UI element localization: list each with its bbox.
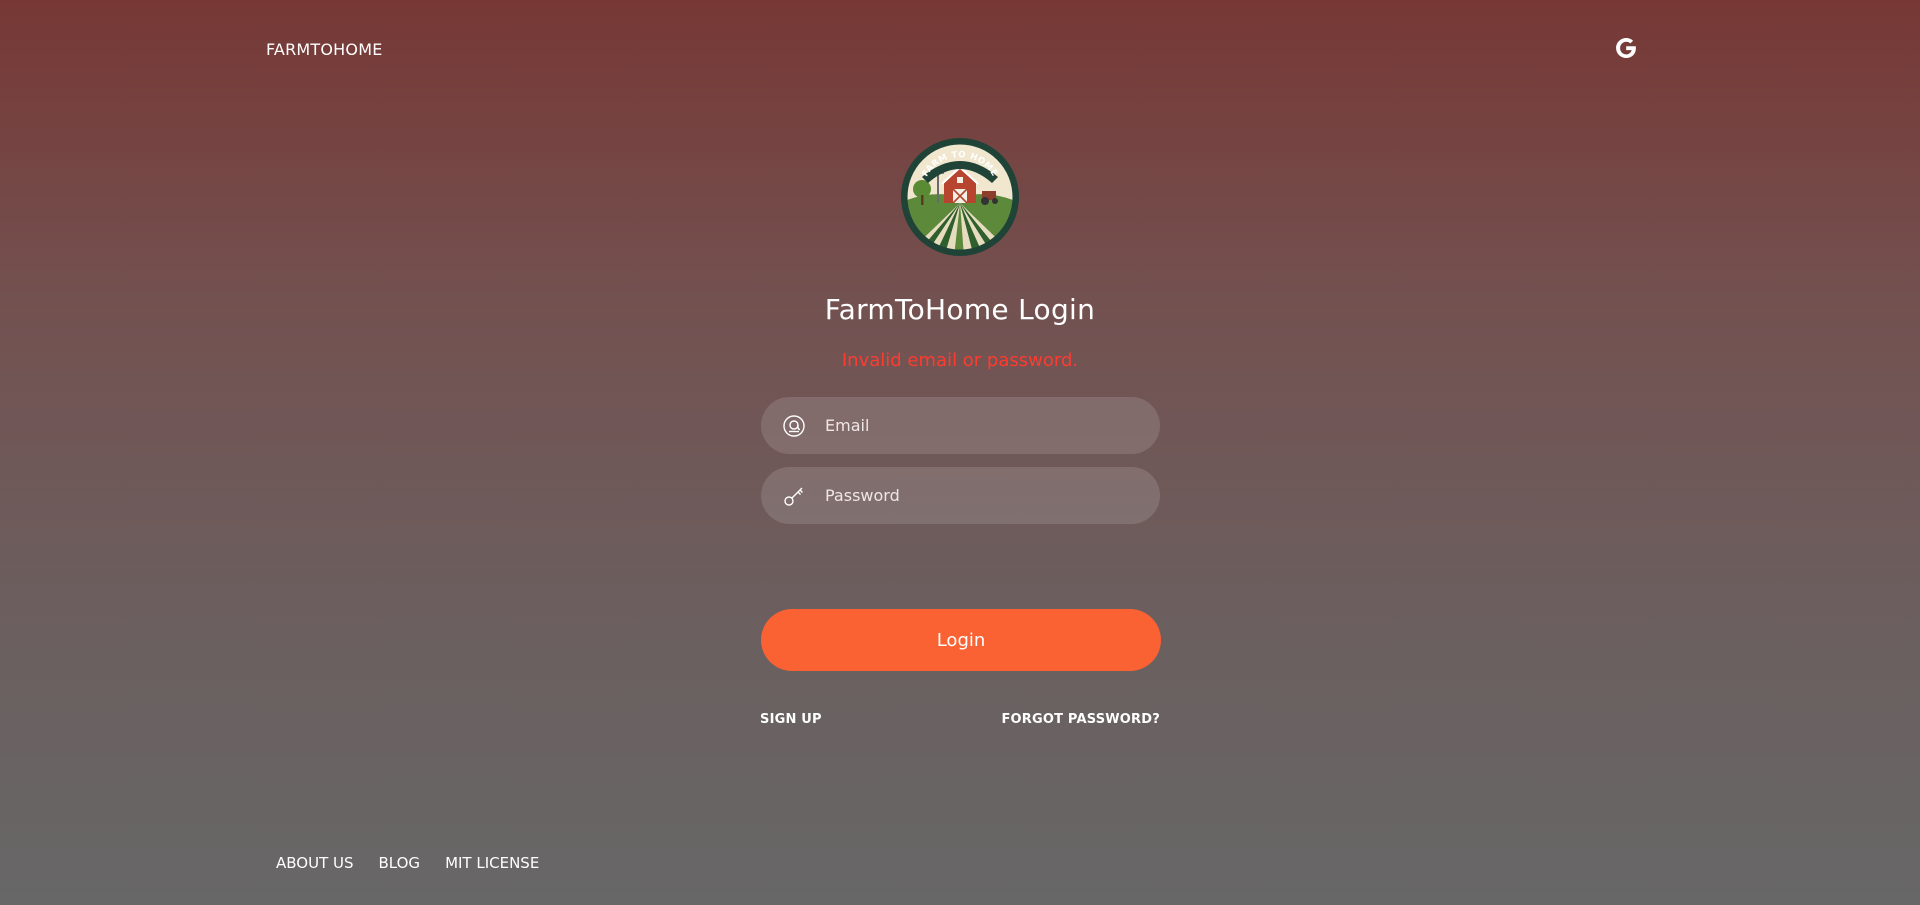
footer-link-mit-license[interactable]: MIT LICENSE	[445, 854, 539, 872]
forgot-password-link[interactable]: FORGOT PASSWORD?	[1001, 712, 1160, 727]
brand-link[interactable]: FARMTOHOME	[266, 40, 383, 59]
page-title: FarmToHome Login	[824, 293, 1096, 326]
footer-nav: ABOUT US BLOG MIT LICENSE	[276, 854, 539, 872]
password-input[interactable]	[825, 467, 1145, 524]
email-field[interactable]	[761, 397, 1160, 454]
signup-link[interactable]: SIGN UP	[760, 712, 822, 727]
footer-link-blog[interactable]: BLOG	[379, 854, 421, 872]
google-icon[interactable]	[1614, 36, 1638, 60]
farm-logo: FARM TO HOME	[901, 138, 1019, 256]
login-button[interactable]: Login	[761, 609, 1161, 671]
footer-link-about-us[interactable]: ABOUT US	[276, 854, 354, 872]
password-field[interactable]	[761, 467, 1160, 524]
at-sign-icon	[783, 415, 805, 437]
email-input[interactable]	[825, 397, 1145, 454]
key-icon	[784, 487, 803, 506]
error-message: Invalid email or password.	[841, 350, 1079, 371]
